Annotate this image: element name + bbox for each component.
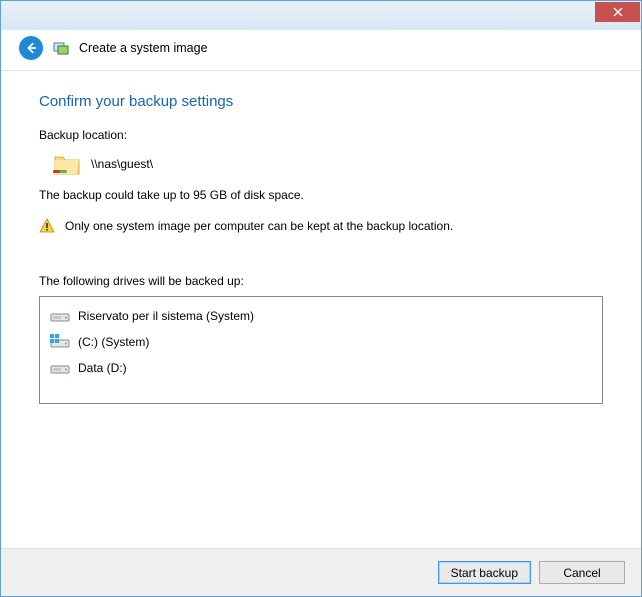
wizard-window: Create a system image Confirm your backu… bbox=[0, 0, 642, 597]
network-folder-icon bbox=[53, 152, 81, 176]
page-heading: Confirm your backup settings bbox=[39, 93, 603, 110]
drives-list: Riservato per il sistema (System) (C:) (… bbox=[39, 296, 603, 404]
back-button[interactable] bbox=[19, 36, 43, 60]
titlebar bbox=[1, 1, 641, 30]
warning-row: Only one system image per computer can b… bbox=[39, 218, 603, 234]
warning-text: Only one system image per computer can b… bbox=[65, 219, 453, 233]
system-image-icon bbox=[53, 40, 69, 56]
cancel-button[interactable]: Cancel bbox=[539, 561, 625, 584]
drive-label: (C:) (System) bbox=[78, 335, 149, 349]
drive-label: Data (D:) bbox=[78, 361, 127, 375]
drive-label: Riservato per il sistema (System) bbox=[78, 309, 254, 323]
size-note: The backup could take up to 95 GB of dis… bbox=[39, 188, 603, 202]
footer: Start backup Cancel bbox=[1, 548, 641, 596]
close-button[interactable] bbox=[595, 2, 640, 22]
backup-location-label: Backup location: bbox=[39, 128, 603, 142]
drive-row: Riservato per il sistema (System) bbox=[48, 303, 594, 329]
wizard-title: Create a system image bbox=[79, 41, 208, 55]
drive-row: (C:) (System) bbox=[48, 329, 594, 355]
windows-drive-icon bbox=[50, 334, 70, 350]
arrow-left-icon bbox=[24, 41, 38, 55]
close-icon bbox=[613, 7, 623, 17]
hdd-icon bbox=[50, 360, 70, 376]
drives-label: The following drives will be backed up: bbox=[39, 274, 603, 288]
wizard-header: Create a system image bbox=[1, 30, 641, 71]
backup-location-row: \\nas\guest\ bbox=[39, 146, 603, 182]
drive-row: Data (D:) bbox=[48, 355, 594, 381]
hdd-icon bbox=[50, 308, 70, 324]
start-backup-button[interactable]: Start backup bbox=[438, 561, 531, 584]
content-area: Confirm your backup settings Backup loca… bbox=[1, 71, 641, 548]
backup-location-path: \\nas\guest\ bbox=[91, 157, 153, 171]
warning-icon bbox=[39, 218, 55, 234]
